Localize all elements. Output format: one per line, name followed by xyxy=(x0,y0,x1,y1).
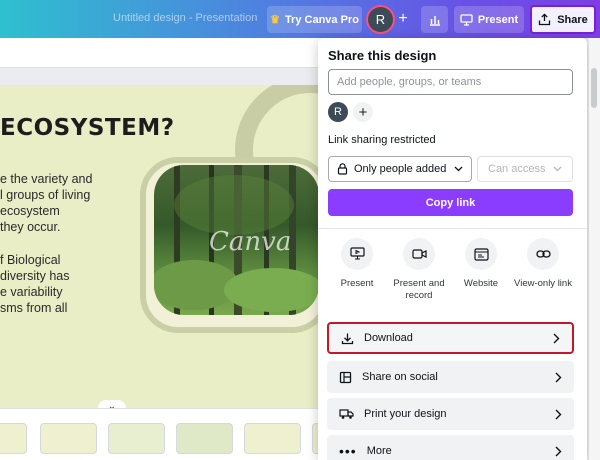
scrollbar-thumb[interactable] xyxy=(591,68,597,108)
download-icon xyxy=(341,333,354,344)
panel-scrollbar[interactable] xyxy=(589,38,600,460)
page-thumbnail[interactable] xyxy=(40,423,97,454)
try-canva-pro-label: Try Canva Pro xyxy=(284,13,359,26)
present-icon xyxy=(349,247,365,260)
chevron-right-icon xyxy=(553,333,560,343)
permission-dropdown[interactable]: Can access xyxy=(477,156,573,182)
link-access-dropdown[interactable]: Only people added xyxy=(328,156,472,182)
share-panel-title: Share this design xyxy=(328,48,437,63)
more-row[interactable]: ••• More xyxy=(327,435,574,460)
canvas-toolbar-area xyxy=(0,38,330,68)
add-people-input[interactable] xyxy=(328,69,573,95)
print-your-design-row[interactable]: Print your design xyxy=(327,398,574,430)
share-panel: Share this design R + Link sharing restr… xyxy=(318,38,587,460)
social-icon xyxy=(339,371,352,383)
slide-text-line[interactable]: sms from all xyxy=(0,300,67,316)
website-icon xyxy=(473,247,489,261)
slide-text-line[interactable]: ecosystem xyxy=(0,203,60,219)
truck-icon xyxy=(339,409,354,419)
row-label: Print your design xyxy=(364,408,447,420)
page-thumbnail[interactable] xyxy=(176,423,233,454)
chevron-down-icon xyxy=(553,166,562,172)
page-thumbnails-strip xyxy=(0,408,369,460)
present-label: Present xyxy=(477,13,519,26)
slide-text-line[interactable]: f Biological xyxy=(0,252,60,268)
more-icon: ••• xyxy=(339,443,357,459)
option-present[interactable]: Present xyxy=(326,238,388,290)
option-label: Present xyxy=(340,278,374,289)
slide-title[interactable]: ECOSYSTEM? xyxy=(0,115,175,141)
page-thumbnail[interactable] xyxy=(0,423,27,454)
share-on-social-row[interactable]: Share on social xyxy=(327,361,574,393)
bar-chart-icon xyxy=(429,15,440,26)
record-icon xyxy=(411,249,427,259)
divider xyxy=(318,228,587,229)
present-button[interactable]: Present xyxy=(454,6,524,33)
copy-link-button[interactable]: Copy link xyxy=(328,189,573,216)
crown-icon: ♛ xyxy=(270,14,280,26)
slide-text-line[interactable]: diversity has xyxy=(0,268,69,284)
slide-text-line[interactable]: e variability xyxy=(0,284,63,300)
row-label: Share on social xyxy=(362,371,438,383)
chevron-right-icon xyxy=(555,446,562,456)
option-label: Present and record xyxy=(393,278,445,301)
share-upload-icon xyxy=(539,13,551,26)
permission-value: Can access xyxy=(488,163,546,175)
chevron-right-icon xyxy=(555,372,562,382)
try-canva-pro-button[interactable]: ♛ Try Canva Pro xyxy=(267,6,362,33)
option-view-only-link[interactable]: View-only link xyxy=(512,238,574,290)
download-row[interactable]: Download xyxy=(327,322,574,354)
present-icon xyxy=(460,13,473,26)
option-website[interactable]: Website xyxy=(450,238,512,290)
insights-button[interactable] xyxy=(421,6,448,33)
canva-watermark: Canva xyxy=(209,227,292,257)
row-label: More xyxy=(366,445,392,457)
chevron-right-icon xyxy=(555,409,562,419)
page-thumbnail[interactable] xyxy=(244,423,301,454)
lock-icon xyxy=(337,163,348,175)
share-button[interactable]: Share xyxy=(530,5,596,34)
chevron-down-icon xyxy=(454,166,463,172)
user-avatar[interactable]: R xyxy=(368,7,393,32)
slide-text-line[interactable]: they occur. xyxy=(0,219,60,235)
slide-text-line[interactable]: e the variety and xyxy=(0,171,92,187)
share-label: Share xyxy=(557,13,588,26)
option-label: Website xyxy=(463,278,499,289)
option-present-and-record[interactable]: Present and record xyxy=(388,238,450,302)
row-label: Download xyxy=(364,332,413,344)
slide-text-line[interactable]: l groups of living xyxy=(0,187,90,203)
link-icon xyxy=(535,250,551,258)
link-sharing-label: Link sharing restricted xyxy=(328,134,436,146)
add-collaborator-button[interactable]: + xyxy=(396,9,410,29)
option-label: View-only link xyxy=(514,278,572,289)
top-bar: Untitled design - Presentation ♛ Try Can… xyxy=(0,0,600,38)
link-access-value: Only people added xyxy=(354,163,447,175)
add-member-button[interactable]: + xyxy=(353,102,373,122)
forest-photo[interactable]: Canva xyxy=(154,165,319,315)
document-title[interactable]: Untitled design - Presentation xyxy=(113,12,257,24)
page-thumbnail[interactable] xyxy=(108,423,165,454)
member-avatar[interactable]: R xyxy=(328,102,348,122)
slide-canvas[interactable]: ECOSYSTEM? e the variety and l groups of… xyxy=(0,85,330,421)
